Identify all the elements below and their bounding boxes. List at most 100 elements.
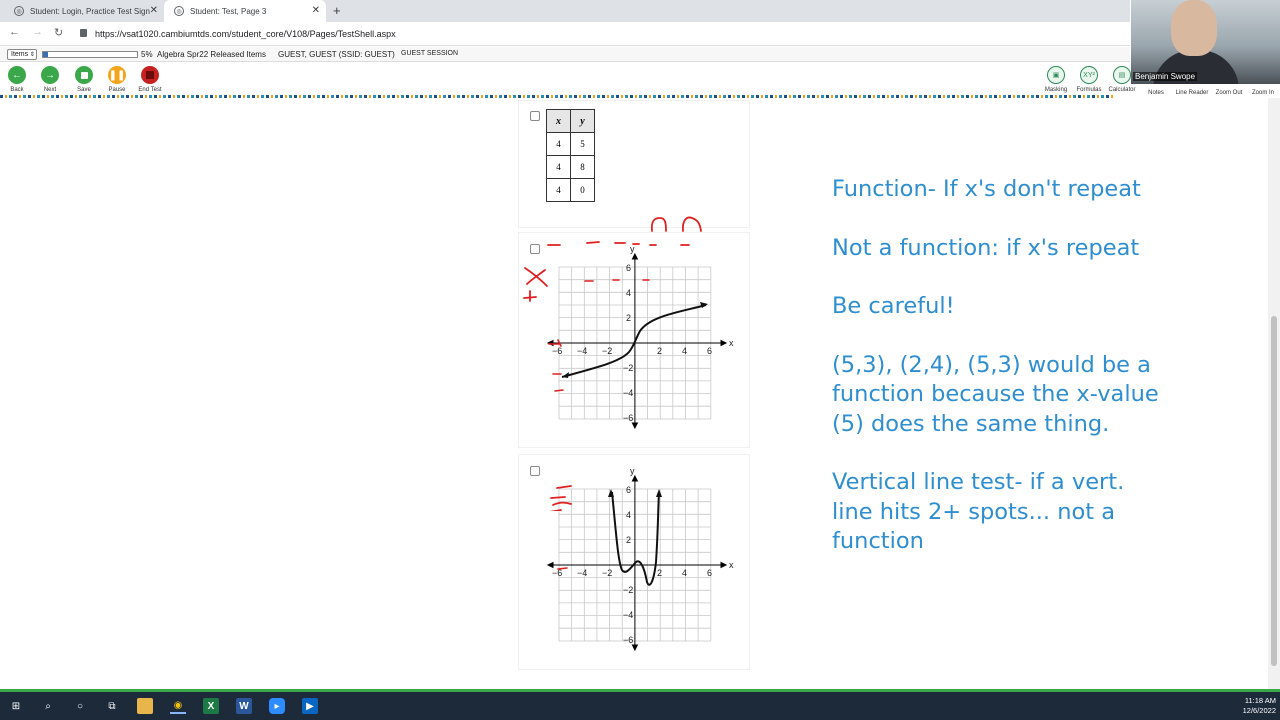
clock-time: 11:18 AM [1244,696,1276,705]
save-button[interactable]: Save [69,66,99,93]
table-row: 4 0 [546,178,595,202]
formulas-label: Formulas [1076,87,1102,93]
video-app-icon[interactable]: ▶ [302,698,318,714]
windows-start-icon[interactable]: ⊞ [8,698,24,714]
browser-tab-strip: ◎ Student: Login, Practice Test Sign ✕ ◎… [0,0,1130,22]
test-toolbar: ← Back → Next Save ❚❚ Pause End Test ▣ M… [0,62,1280,96]
tab-title: Student: Login, Practice Test Sign [30,6,150,16]
handwritten-stroke [650,217,667,232]
chrome-icon[interactable]: ◉ [170,698,186,714]
masking-button[interactable]: ▣ Masking [1041,66,1071,93]
masking-label: Masking [1044,87,1068,93]
task-view-icon[interactable]: ⧉ [104,698,120,714]
end-test-label: End Test [138,87,162,93]
pause-button[interactable]: ❚❚ Pause [102,66,132,93]
cortana-icon[interactable]: ○ [72,698,88,714]
windows-taskbar: ⊞ ⌕ ○ ⧉ ◉ X W ▸ ▶ 11:18 AM 12/6/2022 [0,692,1280,720]
search-icon[interactable]: ⌕ [40,698,56,714]
student-name: GUEST, GUEST (SSID: GUEST) [278,50,395,59]
test-content: x y 4 5 4 8 4 0 x y −6 −4 −2 2 4 6 6 4 2… [0,98,1268,692]
masking-icon: ▣ [1047,66,1065,84]
forward-arrow-icon[interactable]: → [32,26,43,38]
items-dropdown[interactable]: Items ⇕ [7,49,37,60]
tick-label: −6 [623,635,633,645]
table-row: 4 8 [546,155,595,179]
webcam-overlay: Benjamin Swope [1131,0,1280,84]
pause-icon: ❚❚ [108,66,126,84]
globe-icon: ◎ [14,6,24,16]
note-line: Function- If x's don't repeat [832,176,1141,202]
handwritten-stroke [681,216,702,232]
excel-icon[interactable]: X [203,698,219,714]
browser-tab-test[interactable]: ◎ Student: Test, Page 3 ✕ [164,0,326,22]
arrow-right-icon: → [41,66,59,84]
tick-label: −4 [577,568,587,578]
items-label: Items [11,51,29,58]
file-explorer-icon[interactable] [137,698,153,714]
handwritten-annotations [523,216,702,511]
notes-label: Notes [1148,90,1164,96]
table-header-y: y [570,109,595,133]
tick-label: 2 [626,535,631,545]
handwritten-stroke [524,267,548,287]
browser-tab-login[interactable]: ◎ Student: Login, Practice Test Sign ✕ [4,0,164,22]
scrollbar-thumb[interactable] [1271,316,1277,666]
table-cell: 4 [546,178,571,202]
next-button[interactable]: → Next [35,66,65,93]
word-icon[interactable]: W [236,698,252,714]
end-test-button[interactable]: End Test [135,66,165,93]
table-header-x: x [546,109,571,133]
save-icon [75,66,93,84]
test-name: Algebra Spr22 Released Items [157,50,266,59]
axis-label-x: x [729,338,734,348]
close-tab-icon[interactable]: ✕ [312,5,320,16]
axis-label-x: x [729,560,734,570]
teacher-notes: Function- If x's don't repeat Not a func… [832,175,1162,586]
line-reader-button[interactable]: Line Reader [1172,87,1212,96]
table-cell: 4 [546,132,571,156]
tick-label: 4 [626,510,631,520]
tab-title: Student: Test, Page 3 [190,6,267,16]
note-line: Vertical line test- if a vert. line hits… [832,469,1125,554]
address-bar: ← → ↻ https://vsat1020.cambiumtds.com/st… [0,22,1130,46]
xy-table: x y 4 5 4 8 4 0 [546,109,595,202]
webcam-person-head [1171,0,1217,56]
back-arrow-icon[interactable]: ← [9,26,20,38]
url-field[interactable]: https://vsat1020.cambiumtds.com/student_… [95,29,396,39]
content-scrollbar[interactable] [1268,98,1280,692]
tick-label: −4 [623,610,633,620]
progress-text: 5% [141,50,153,59]
tick-label: 6 [707,568,712,578]
next-label: Next [43,87,57,93]
session-name: GUEST SESSION [401,50,459,57]
formulas-button[interactable]: XY² Formulas [1074,66,1104,93]
tick-label: 2 [657,568,662,578]
table-cell: 8 [570,155,595,179]
option-checkbox[interactable] [530,111,540,121]
table-row: 4 5 [546,132,595,156]
new-tab-button[interactable]: + [333,3,341,18]
zoom-app-icon[interactable]: ▸ [269,698,285,714]
handwritten-stroke [523,290,537,302]
zoom-out-label: Zoom Out [1215,90,1243,96]
zoom-out-button[interactable]: Zoom Out [1212,87,1246,96]
close-tab-icon[interactable]: ✕ [150,5,158,16]
notes-button[interactable]: Notes [1143,87,1169,96]
back-button[interactable]: ← Back [2,66,32,93]
zoom-in-button[interactable]: Zoom In [1248,87,1278,96]
tick-label: −2 [623,585,633,595]
progress-fill [43,52,48,57]
table-cell: 5 [570,132,595,156]
clock-date: 12/6/2022 [1242,706,1276,715]
reload-icon[interactable]: ↻ [54,26,63,39]
table-cell: 0 [570,178,595,202]
stop-icon [141,66,159,84]
tick-label: 4 [682,568,687,578]
tick-label: −2 [602,568,612,578]
calculator-label: Calculator [1108,87,1136,93]
note-line: (5,3), (2,4), (5,3) would be a function … [832,351,1159,437]
progress-bar [42,51,138,58]
zoom-in-label: Zoom In [1251,90,1274,96]
pause-label: Pause [108,87,126,93]
globe-icon: ◎ [174,6,184,16]
